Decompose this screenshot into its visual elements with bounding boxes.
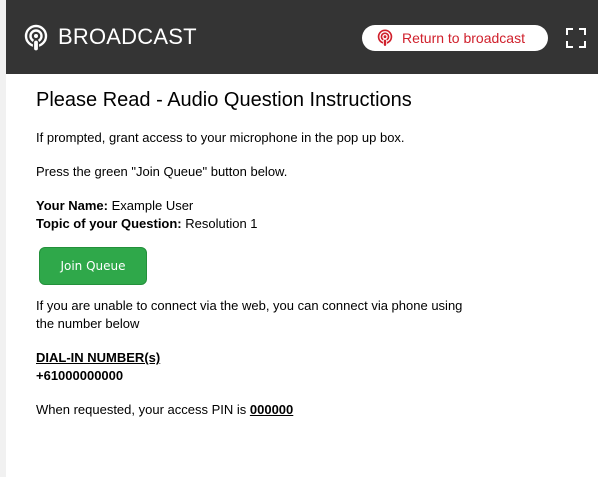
dial-in-number: +61000000000 bbox=[36, 368, 124, 383]
join-queue-button[interactable]: Join Queue bbox=[39, 247, 147, 285]
name-row: Your Name: Example User bbox=[36, 197, 556, 215]
broadcast-panel: BROADCAST Return to broadcast Please Rea… bbox=[6, 0, 598, 477]
topic-row: Topic of your Question: Resolution 1 bbox=[36, 215, 556, 233]
app-title: BROADCAST bbox=[58, 24, 197, 49]
fullscreen-icon[interactable] bbox=[565, 27, 587, 49]
instruction-microphone: If prompted, grant access to your microp… bbox=[36, 130, 405, 145]
podcast-icon bbox=[24, 24, 48, 52]
instructions-content: Please Read - Audio Question Instruction… bbox=[36, 86, 556, 419]
pin-value: 000000 bbox=[249, 402, 294, 417]
return-to-broadcast-button[interactable]: Return to broadcast bbox=[362, 25, 548, 51]
pin-row: When requested, your access PIN is 00000… bbox=[36, 401, 556, 419]
podcast-icon bbox=[377, 29, 393, 47]
topic-value: Resolution 1 bbox=[185, 216, 258, 231]
topic-label: Topic of your Question: bbox=[36, 216, 182, 231]
pin-text: When requested, your access PIN is bbox=[36, 402, 247, 417]
name-label: Your Name: bbox=[36, 198, 108, 213]
page-title: Please Read - Audio Question Instruction… bbox=[36, 89, 412, 111]
name-value: Example User bbox=[111, 198, 194, 213]
dial-in-heading: DIAL-IN NUMBER(s) bbox=[36, 350, 161, 365]
fallback-text: If you are unable to connect via the web… bbox=[36, 298, 463, 331]
instruction-join-queue: Press the green "Join Queue" button belo… bbox=[36, 164, 288, 179]
header-bar: BROADCAST Return to broadcast bbox=[6, 0, 598, 74]
return-to-broadcast-label: Return to broadcast bbox=[402, 30, 525, 46]
